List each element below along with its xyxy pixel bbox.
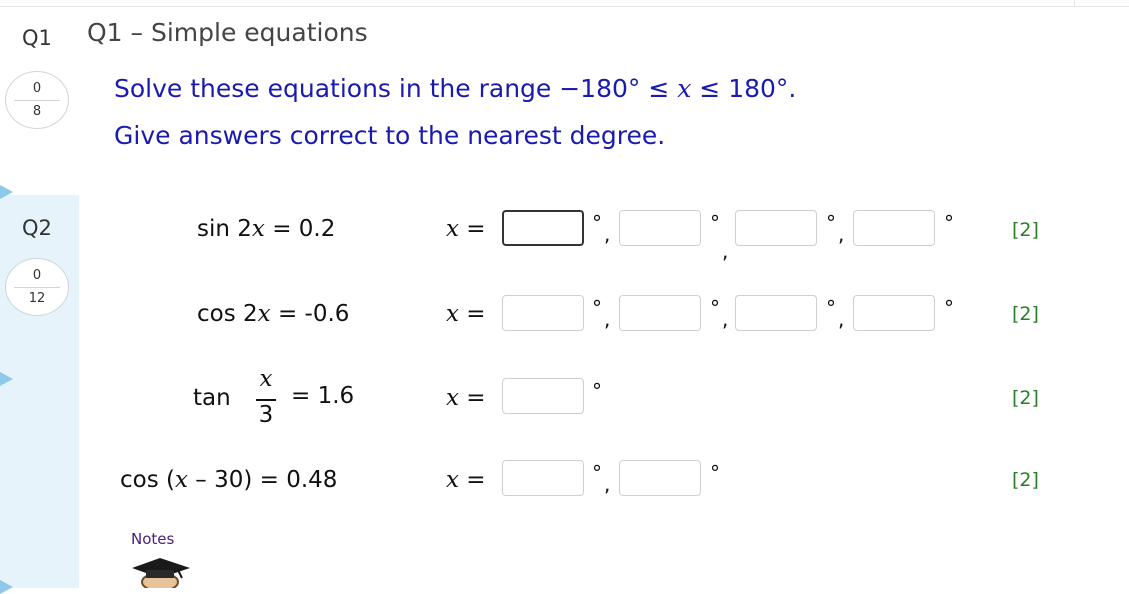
- eq-func: cos 2: [197, 301, 258, 327]
- graduation-cap-icon[interactable]: [130, 556, 194, 588]
- top-divider: [0, 6, 1129, 7]
- equals-sign: =: [458, 216, 486, 242]
- x-var: x: [446, 216, 459, 242]
- marks-label: [2]: [1012, 303, 1039, 325]
- instruction-suffix: ≤ 180°.: [691, 74, 797, 103]
- comma: ,: [604, 222, 611, 246]
- x-var: x: [446, 301, 459, 327]
- score-total: 8: [32, 104, 42, 119]
- answer-input[interactable]: [619, 210, 701, 246]
- comma: ,: [722, 239, 729, 263]
- marks-label: [2]: [1012, 469, 1039, 491]
- comma: ,: [604, 307, 611, 331]
- score-earned: 0: [32, 81, 42, 96]
- degree-symbol: °: [592, 296, 602, 320]
- answer-input[interactable]: [853, 295, 935, 331]
- answer-input[interactable]: [619, 460, 701, 496]
- equals-sign: =: [458, 301, 486, 327]
- degree-symbol: °: [944, 211, 954, 235]
- question-nav-q2[interactable]: Q2: [22, 216, 52, 240]
- score-earned: 0: [32, 268, 42, 283]
- answer-input[interactable]: [735, 295, 817, 331]
- eq-func: cos (: [120, 467, 175, 493]
- score-total: 12: [28, 291, 46, 306]
- answer-input[interactable]: [735, 210, 817, 246]
- equation-3-rhs: = 1.6: [291, 383, 355, 409]
- equals-sign: =: [458, 467, 486, 493]
- comma: ,: [722, 307, 729, 331]
- degree-symbol: °: [592, 211, 602, 235]
- answer-input[interactable]: [853, 210, 935, 246]
- degree-symbol: °: [826, 296, 836, 320]
- score-divider: [14, 287, 60, 288]
- question-title: Q1 – Simple equations: [87, 18, 368, 47]
- degree-symbol: °: [592, 461, 602, 485]
- fraction-bar: [256, 399, 276, 401]
- equation-1: sin 2x = 0.2: [197, 216, 335, 242]
- sidebar-arrow-icon[interactable]: [0, 185, 13, 199]
- degree-symbol: °: [710, 461, 720, 485]
- fraction-numerator: x: [259, 366, 273, 392]
- comma: ,: [604, 472, 611, 496]
- marks-label: [2]: [1012, 387, 1039, 409]
- eq-var: x: [251, 216, 265, 242]
- eq-rhs: – 30) = 0.48: [187, 467, 338, 493]
- instruction-line-2: Give answers correct to the nearest degr…: [114, 121, 666, 150]
- eq-var: x: [257, 301, 271, 327]
- x-equals-label: x =: [446, 467, 486, 493]
- instruction-line-1: Solve these equations in the range −180°…: [114, 74, 796, 103]
- degree-symbol: °: [592, 379, 602, 403]
- answer-input[interactable]: [502, 295, 584, 331]
- equals-sign: =: [458, 385, 486, 411]
- answer-input[interactable]: [502, 460, 584, 496]
- answer-input[interactable]: [502, 210, 584, 246]
- question-nav-q1[interactable]: Q1: [22, 26, 52, 50]
- eq-func: sin 2: [197, 216, 252, 242]
- instruction-var: x: [677, 74, 692, 103]
- degree-symbol: °: [710, 296, 720, 320]
- eq-var: x: [174, 467, 188, 493]
- answer-input[interactable]: [619, 295, 701, 331]
- score-badge-q1: 0 8: [5, 71, 69, 129]
- fraction-denominator: 3: [258, 402, 274, 428]
- comma: ,: [838, 222, 845, 246]
- degree-symbol: °: [710, 211, 720, 235]
- x-var: x: [446, 467, 459, 493]
- score-divider: [14, 100, 60, 101]
- sidebar-arrow-icon[interactable]: [0, 580, 13, 594]
- sidebar-arrow-icon[interactable]: [0, 372, 13, 386]
- answer-input[interactable]: [502, 378, 584, 414]
- equation-3-func: tan: [193, 385, 231, 411]
- equation-2: cos 2x = -0.6: [197, 301, 349, 327]
- x-equals-label: x =: [446, 385, 486, 411]
- notes-link[interactable]: Notes: [131, 530, 174, 548]
- degree-symbol: °: [944, 296, 954, 320]
- x-equals-label: x =: [446, 301, 486, 327]
- comma: ,: [838, 307, 845, 331]
- score-badge-q2: 0 12: [5, 258, 69, 316]
- degree-symbol: °: [826, 211, 836, 235]
- question-sidebar-highlight: [0, 195, 79, 588]
- x-equals-label: x =: [446, 216, 486, 242]
- marks-label: [2]: [1012, 219, 1039, 241]
- top-divider-tick: [1074, 0, 1075, 7]
- eq-rhs: = -0.6: [270, 301, 350, 327]
- equation-4: cos (x – 30) = 0.48: [120, 467, 337, 493]
- x-var: x: [446, 385, 459, 411]
- eq-rhs: = 0.2: [264, 216, 336, 242]
- instruction-prefix: Solve these equations in the range −180°…: [114, 74, 678, 103]
